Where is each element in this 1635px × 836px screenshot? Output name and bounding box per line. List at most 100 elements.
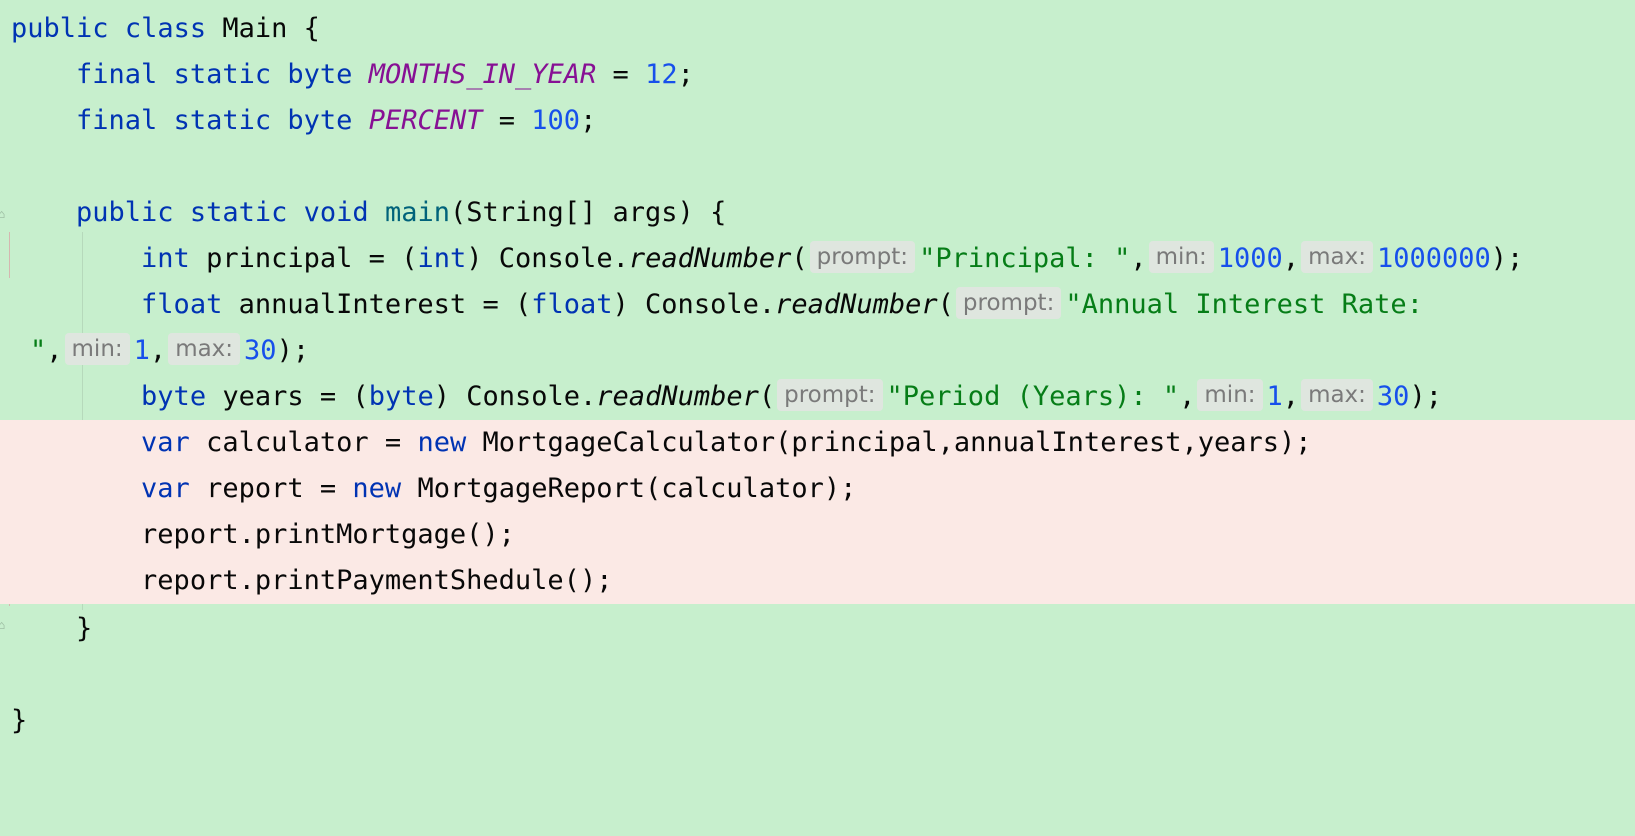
keyword: byte	[287, 105, 353, 136]
static-method-call: readNumber	[596, 381, 759, 412]
cast-type: int	[417, 243, 467, 274]
code-line-13[interactable]: }	[0, 606, 1635, 652]
number-literal: 1000	[1217, 243, 1283, 274]
cast-type: float	[531, 289, 613, 320]
statement-end: );	[1409, 381, 1442, 412]
keyword: public	[76, 197, 174, 228]
string-literal: "Annual Interest Rate:	[1065, 289, 1423, 320]
code-line-10[interactable]: var report = new MortgageReport(calculat…	[0, 466, 1635, 512]
parameter-hint-max: max:	[1301, 241, 1373, 273]
variable-name: years	[222, 381, 304, 412]
operator: =	[368, 243, 385, 274]
static-method-call: readNumber	[775, 289, 938, 320]
code-text: calculator =	[206, 427, 402, 458]
code-line-15[interactable]: }	[0, 698, 1635, 744]
number-literal: 30	[1376, 381, 1410, 412]
code-text: report.printMortgage();	[141, 519, 515, 550]
receiver: Console.	[645, 289, 776, 320]
comma: ,	[1130, 243, 1147, 274]
code-text: MortgageCalculator(principal,annualInter…	[482, 427, 1312, 458]
keyword: final	[76, 59, 158, 90]
string-literal: "Period (Years): "	[886, 381, 1180, 412]
code-line-11[interactable]: report.printMortgage();	[0, 512, 1635, 558]
operator: =	[612, 59, 629, 90]
receiver: Console.	[498, 243, 629, 274]
code-text: report.printPaymentShedule();	[141, 565, 613, 596]
keyword: final	[76, 105, 158, 136]
parameter-hint-min: min:	[1197, 379, 1263, 411]
code-line-2[interactable]: final static byte MONTHS_IN_YEAR = 12;	[0, 52, 1635, 98]
paren: (	[791, 243, 808, 274]
keyword: static	[173, 59, 272, 90]
paren: )	[612, 289, 629, 320]
keyword: int	[141, 243, 190, 274]
keyword: static	[173, 105, 272, 136]
code-line-3[interactable]: final static byte PERCENT = 100;	[0, 98, 1635, 144]
semicolon: ;	[677, 59, 694, 90]
keyword: new	[417, 427, 467, 458]
number-literal: 12	[645, 59, 678, 90]
code-line-5[interactable]: public static void main(String[] args) {	[0, 190, 1635, 236]
keyword: var	[141, 473, 190, 504]
paren: (	[758, 381, 776, 412]
brace: {	[303, 13, 320, 44]
parameter-hint-prompt: prompt:	[955, 287, 1062, 319]
keyword: float	[141, 289, 223, 320]
receiver: Console.	[466, 381, 597, 412]
paren: (	[352, 381, 369, 412]
keyword: var	[141, 427, 190, 458]
keyword: new	[352, 473, 402, 504]
keyword: class	[124, 13, 207, 44]
paren: )	[433, 381, 450, 412]
parameter-hint-max: max:	[168, 333, 241, 365]
parameter-hint-prompt: prompt:	[809, 241, 916, 273]
code-line-14[interactable]	[0, 652, 1635, 698]
variable-name: principal	[206, 243, 353, 274]
code-line-8[interactable]: byte years = (byte) Console.readNumber(p…	[0, 374, 1635, 420]
static-method-call: readNumber	[628, 243, 792, 274]
parameter-list: (String[] args)	[449, 197, 694, 228]
operator: =	[319, 381, 337, 412]
brace: }	[11, 705, 28, 736]
comma: ,	[1282, 243, 1300, 274]
parameter-hint-min: min:	[1148, 241, 1214, 273]
constant-name: MONTHS_IN_YEAR	[368, 59, 597, 90]
parameter-hint-max: max:	[1301, 379, 1373, 411]
string-literal: "Principal: "	[919, 243, 1131, 274]
code-line-7-wrap[interactable]: ", min: 1, max: 30);	[0, 328, 1635, 374]
paren: (	[937, 289, 954, 320]
code-line-12[interactable]: report.printPaymentShedule();	[0, 558, 1635, 604]
number-literal: 1	[133, 335, 150, 366]
statement-end: );	[276, 335, 310, 366]
code-line-9[interactable]: var calculator = new MortgageCalculator(…	[0, 420, 1635, 466]
variable-name: annualInterest	[238, 289, 467, 320]
keyword: public	[11, 13, 109, 44]
number-literal: 1000000	[1376, 243, 1491, 274]
parameter-hint-prompt: prompt:	[777, 379, 883, 411]
number-literal: 100	[531, 105, 581, 136]
code-line-7[interactable]: float annualInterest = (float) Console.r…	[0, 282, 1635, 328]
operator: =	[482, 289, 499, 320]
paren: (	[401, 243, 418, 274]
method-name: main	[384, 197, 450, 228]
comma: ,	[1179, 381, 1196, 412]
keyword: byte	[141, 381, 207, 412]
code-text: MortgageReport(calculator);	[417, 473, 857, 504]
comma: ,	[1282, 381, 1300, 412]
code-text: report =	[206, 473, 337, 504]
string-literal: "	[30, 335, 47, 366]
semicolon: ;	[580, 105, 597, 136]
code-line-4[interactable]	[0, 144, 1635, 190]
constant-name: PERCENT	[368, 105, 483, 136]
paren: (	[514, 289, 532, 320]
code-editor[interactable]: ⌂ ⌂ public class Main { final static byt…	[0, 0, 1635, 772]
keyword: void	[303, 197, 369, 228]
statement-end: );	[1490, 243, 1524, 274]
brace: {	[710, 197, 727, 228]
operator: =	[498, 105, 516, 136]
code-line-6[interactable]: int principal = (int) Console.readNumber…	[0, 236, 1635, 282]
code-line-1[interactable]: public class Main {	[0, 6, 1635, 52]
class-name: Main	[222, 13, 288, 44]
comma: ,	[46, 335, 63, 366]
number-literal: 1	[1266, 381, 1283, 412]
